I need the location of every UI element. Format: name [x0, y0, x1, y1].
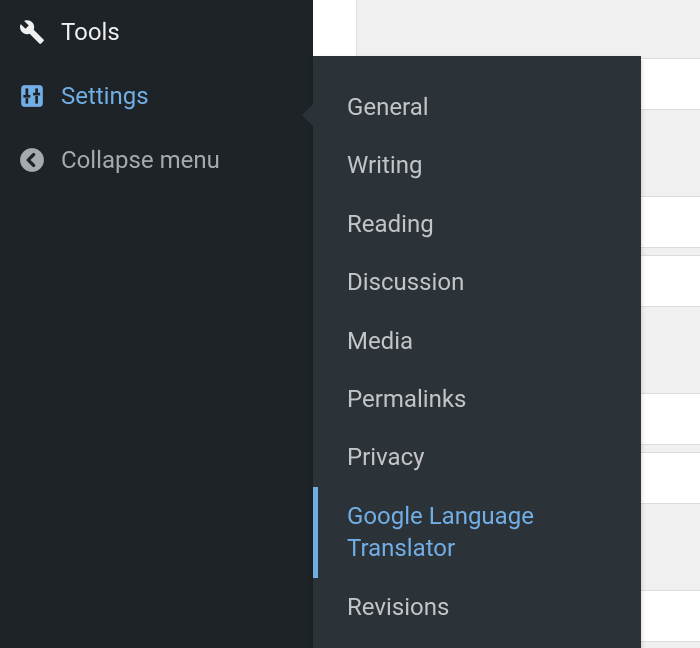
collapse-icon [18, 146, 46, 174]
sliders-icon [18, 82, 46, 110]
submenu-item-privacy[interactable]: Privacy [313, 428, 641, 486]
submenu-item-label: Google Language Translator [347, 502, 534, 562]
submenu-item-discussion[interactable]: Discussion [313, 253, 641, 311]
submenu-item-revisions[interactable]: Revisions [313, 578, 641, 636]
submenu-item-label: Reading [347, 210, 434, 238]
submenu-item-label: Privacy [347, 443, 425, 471]
sidebar-item-label: Collapse menu [61, 146, 220, 174]
sidebar-item-label: Tools [61, 18, 120, 46]
submenu-item-writing[interactable]: Writing [313, 136, 641, 194]
submenu-item-label: Revisions [347, 593, 449, 621]
sidebar-item-label: Settings [61, 82, 149, 110]
sidebar-item-collapse[interactable]: Collapse menu [0, 128, 313, 192]
submenu-arrow [302, 104, 313, 126]
submenu-item-label: Media [347, 327, 413, 355]
submenu-item-reading[interactable]: Reading [313, 195, 641, 253]
admin-sidebar: Tools Settings Collapse menu [0, 0, 313, 648]
submenu-item-permalinks[interactable]: Permalinks [313, 370, 641, 428]
submenu-item-label: Discussion [347, 268, 464, 296]
submenu-item-media[interactable]: Media [313, 312, 641, 370]
submenu-item-label: Permalinks [347, 385, 466, 413]
submenu-item-google-language-translator[interactable]: Google Language Translator [313, 487, 641, 578]
sidebar-item-settings[interactable]: Settings [0, 64, 313, 128]
submenu-item-label: Writing [347, 151, 422, 179]
wrench-icon [18, 18, 46, 46]
sidebar-item-tools[interactable]: Tools [0, 0, 313, 64]
submenu-item-general[interactable]: General [313, 78, 641, 136]
submenu-item-label: General [347, 93, 429, 121]
settings-submenu: General Writing Reading Discussion Media… [313, 56, 641, 648]
